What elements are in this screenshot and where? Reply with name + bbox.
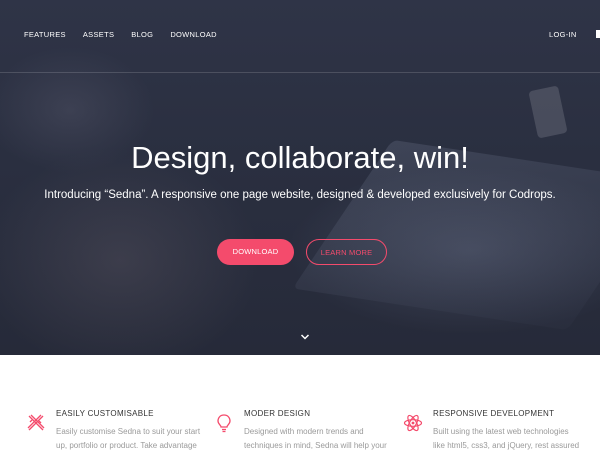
top-navigation: FEATURES ASSETS BLOG DOWNLOAD LOG-IN	[0, 0, 600, 73]
atom-icon	[403, 414, 423, 432]
feature-description-line: Built using the latest web technologies	[433, 427, 569, 436]
feature-title: EASILY CUSTOMISABLE	[56, 409, 154, 418]
feature-description: Easily customise Sedna to suit your star…	[56, 425, 206, 453]
lightbulb-icon	[217, 414, 231, 433]
feature-description-line: techniques in mind, Sedna will help your	[244, 441, 387, 450]
menu-icon[interactable]	[596, 30, 600, 38]
login-link[interactable]: LOG-IN	[549, 30, 577, 39]
feature-description-line: up, portfolio or product. Take advantage	[56, 441, 197, 450]
nav-link-blog[interactable]: BLOG	[131, 30, 153, 39]
feature-description-line: Designed with modern trends and	[244, 427, 364, 436]
hero-title: Design, collaborate, win!	[131, 140, 469, 175]
feature-description: Designed with modern trends and techniqu…	[244, 425, 394, 453]
chevron-down-icon[interactable]	[300, 333, 310, 341]
features-section: EASILY CUSTOMISABLE Easily customise Sed…	[0, 355, 600, 450]
pencil-ruler-icon	[27, 414, 45, 431]
feature-title: RESPONSIVE DEVELOPMENT	[433, 409, 555, 418]
download-button[interactable]: DOWNLOAD	[217, 239, 294, 265]
phone-background-image	[528, 85, 568, 139]
hero-section: FEATURES ASSETS BLOG DOWNLOAD LOG-IN Des…	[0, 0, 600, 355]
hero-subtitle: Introducing “Sedna”. A responsive one pa…	[44, 189, 556, 201]
learn-more-button[interactable]: LEARN MORE	[306, 239, 387, 265]
feature-description-line: Easily customise Sedna to suit your star…	[56, 427, 201, 436]
nav-link-features[interactable]: FEATURES	[24, 30, 66, 39]
feature-description: Built using the latest web technologies …	[433, 425, 583, 453]
feature-description-line: like html5, css3, and jQuery, rest assur…	[433, 441, 580, 450]
feature-title: MODER DESIGN	[244, 409, 311, 418]
nav-link-assets[interactable]: ASSETS	[83, 30, 114, 39]
nav-links: FEATURES ASSETS BLOG DOWNLOAD	[24, 30, 217, 39]
nav-link-download[interactable]: DOWNLOAD	[170, 30, 217, 39]
